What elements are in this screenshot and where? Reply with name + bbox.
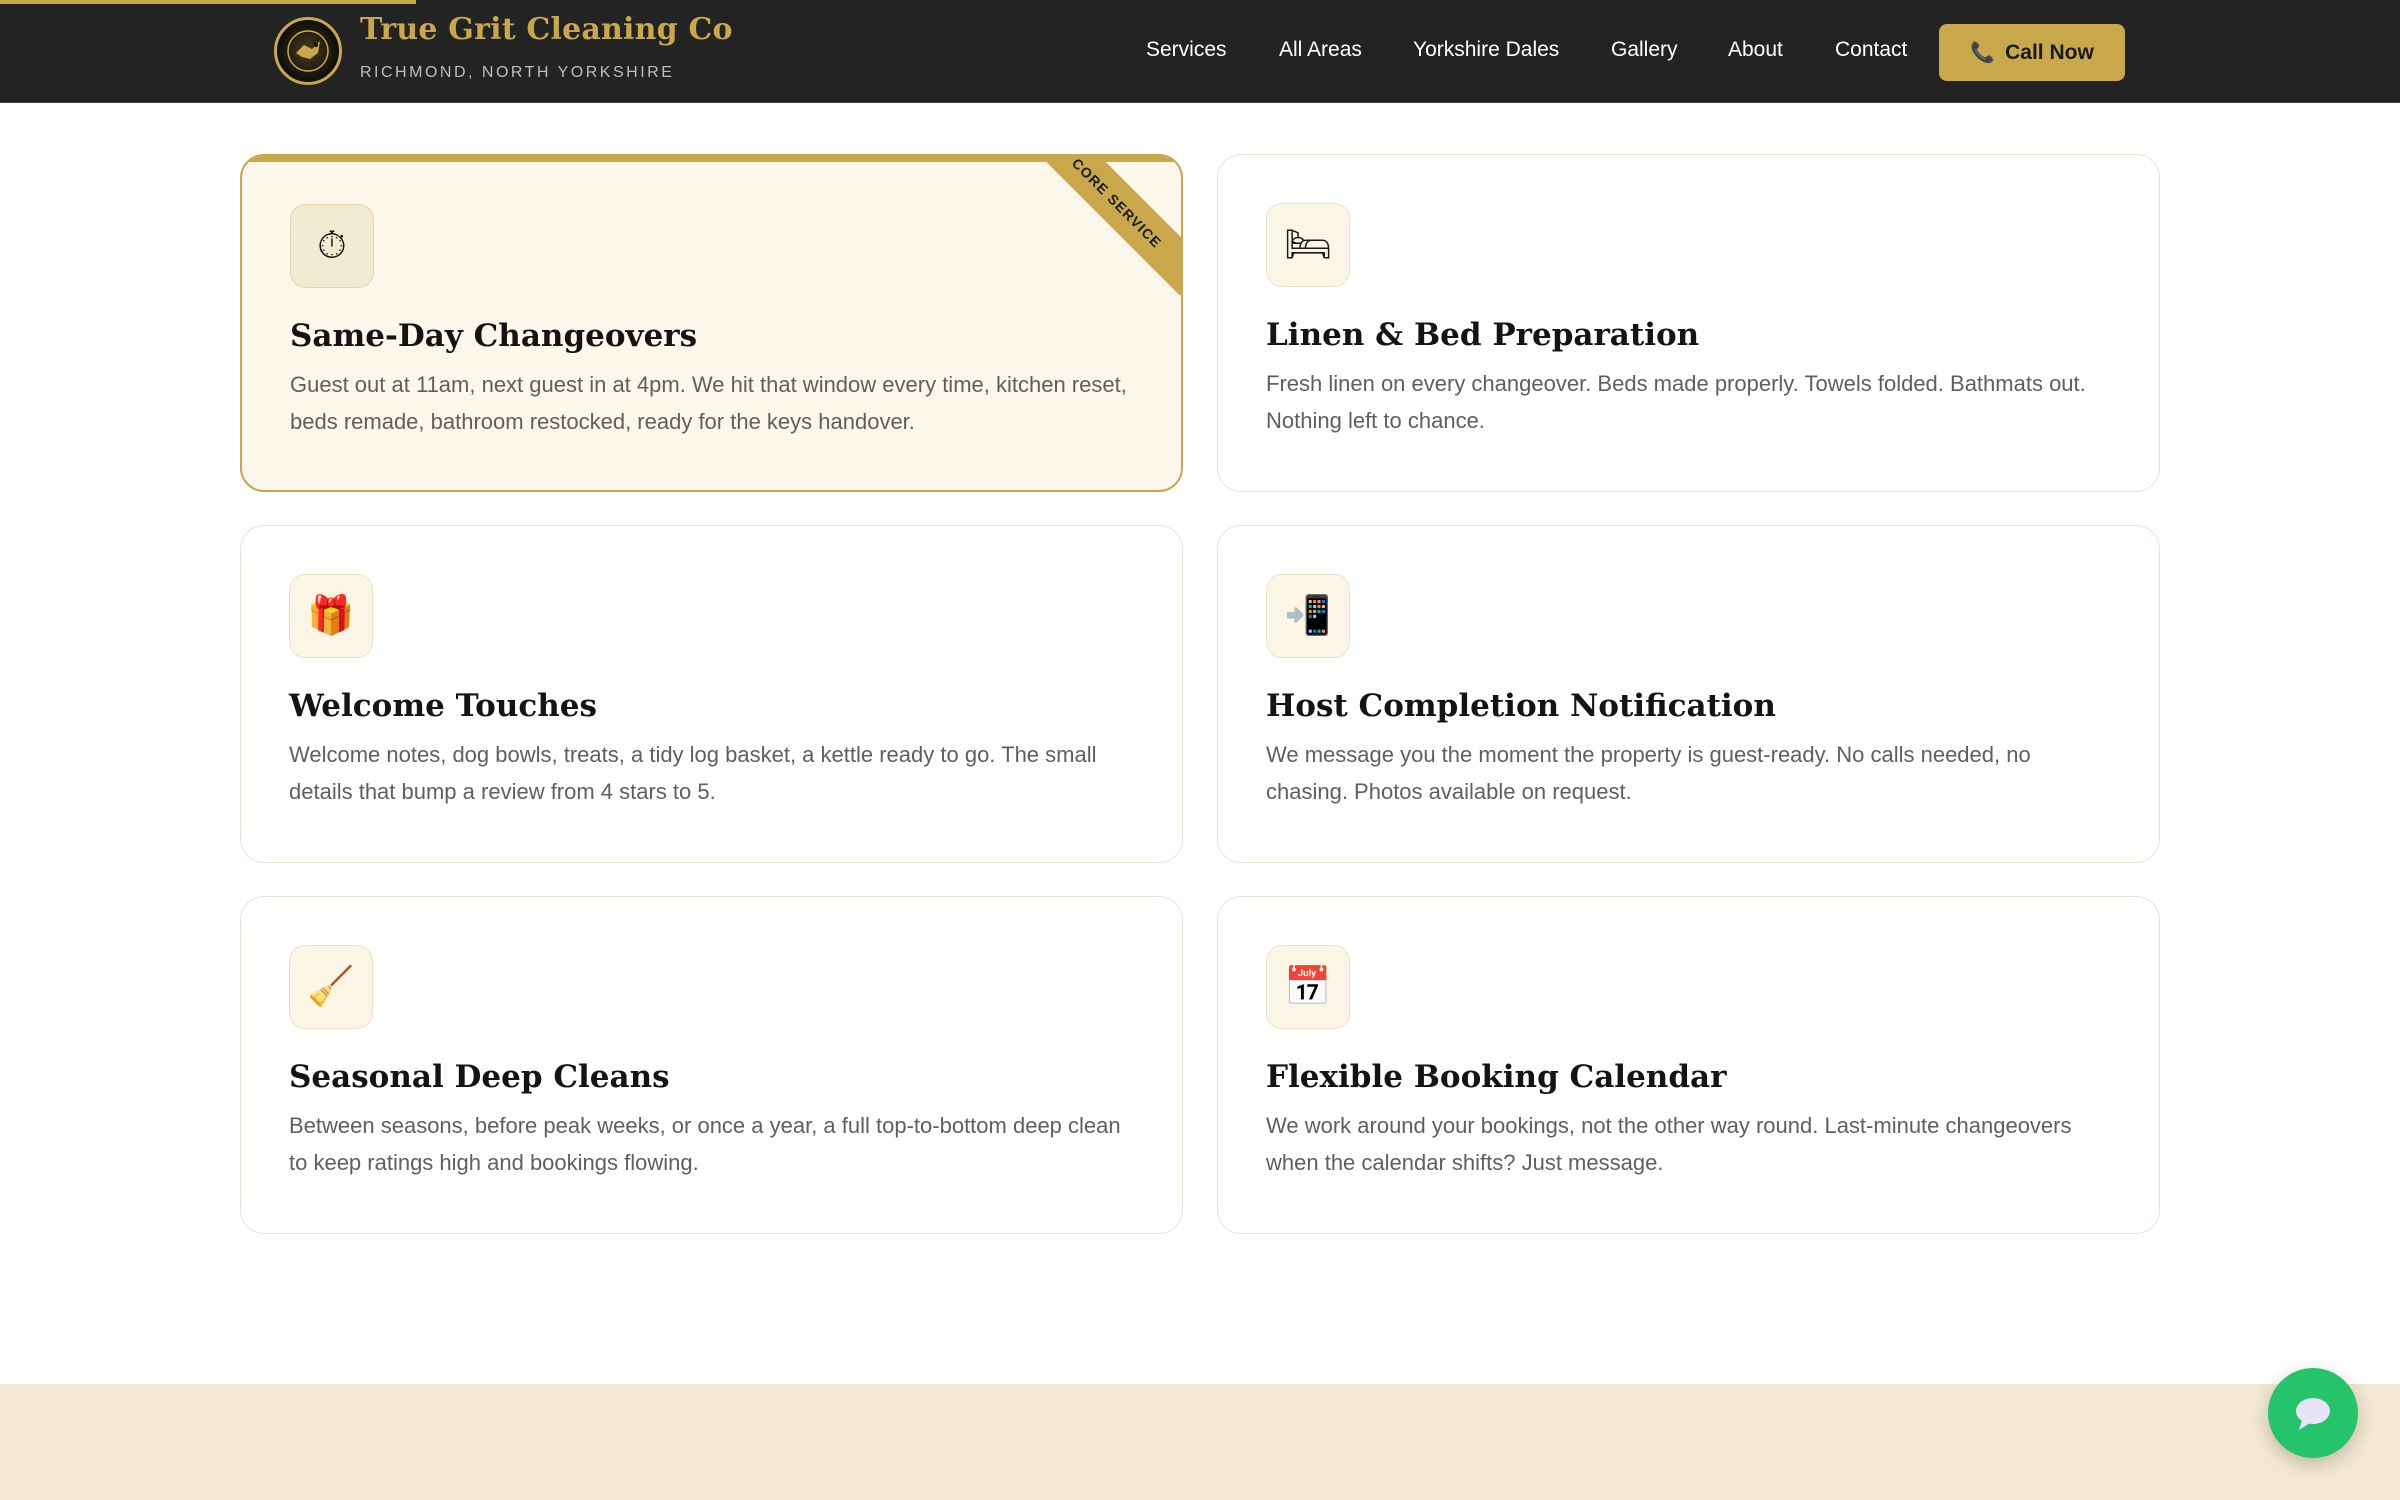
service-card-host-completion-notification: 📲 Host Completion Notification We messag…	[1217, 525, 2160, 863]
service-description: Welcome notes, dog bowls, treats, a tidy…	[289, 742, 1097, 804]
nav-contact[interactable]: Contact	[1835, 38, 1907, 62]
next-section-band	[0, 1384, 2400, 1500]
logo-icon[interactable]	[274, 17, 342, 85]
service-title: Flexible Booking Calendar	[1266, 1059, 1727, 1095]
calendar-icon: 📅	[1266, 945, 1350, 1029]
service-card-linen-bed-preparation: 🛏 Linen & Bed Preparation Fresh linen on…	[1217, 154, 2160, 492]
service-card-same-day-changeovers: CORE SERVICE ⏱ Same-Day Changeovers Gues…	[240, 154, 1183, 492]
service-card-seasonal-deep-cleans: 🧹 Seasonal Deep Cleans Between seasons, …	[240, 896, 1183, 1234]
broom-icon: 🧹	[289, 945, 373, 1029]
service-description: We work around your bookings, not the ot…	[1266, 1113, 2072, 1175]
gift-icon: 🎁	[289, 574, 373, 658]
service-title: Linen & Bed Preparation	[1266, 317, 1700, 353]
service-description: Fresh linen on every changeover. Beds ma…	[1266, 371, 2086, 433]
nav-yorkshire-dales[interactable]: Yorkshire Dales	[1413, 38, 1559, 62]
nav-about[interactable]: About	[1728, 38, 1783, 62]
chat-button[interactable]	[2268, 1368, 2358, 1458]
nav-gallery[interactable]: Gallery	[1611, 38, 1678, 62]
scroll-progress-bar	[0, 0, 416, 4]
call-now-button[interactable]: 📞 Call Now	[1939, 24, 2125, 81]
service-description: Between seasons, before peak weeks, or o…	[289, 1113, 1121, 1175]
service-card-flexible-booking-calendar: 📅 Flexible Booking Calendar We work arou…	[1217, 896, 2160, 1234]
service-description: We message you the moment the property i…	[1266, 742, 2031, 804]
service-title: Host Completion Notification	[1266, 688, 1776, 724]
brand-name[interactable]: True Grit Cleaning Co	[360, 12, 733, 47]
service-card-welcome-touches: 🎁 Welcome Touches Welcome notes, dog bow…	[240, 525, 1183, 863]
service-description: Guest out at 11am, next guest in at 4pm.…	[290, 372, 1127, 434]
service-title: Welcome Touches	[289, 688, 597, 724]
chat-bubble-icon	[2296, 1398, 2330, 1430]
call-now-label: Call Now	[2005, 40, 2094, 64]
brand-location: RICHMOND, NORTH YORKSHIRE	[360, 64, 675, 81]
phone-message-icon: 📲	[1266, 574, 1350, 658]
phone-icon: 📞	[1970, 42, 1996, 64]
core-service-badge: CORE SERVICE	[1024, 156, 1181, 296]
bed-icon: 🛏	[1266, 203, 1350, 287]
site-header: True Grit Cleaning Co RICHMOND, NORTH YO…	[0, 0, 2400, 103]
nav-services[interactable]: Services	[1146, 38, 1227, 62]
service-title: Same-Day Changeovers	[290, 318, 698, 354]
stopwatch-icon: ⏱	[290, 204, 374, 288]
service-title: Seasonal Deep Cleans	[289, 1059, 670, 1095]
nav-all-areas[interactable]: All Areas	[1279, 38, 1362, 62]
